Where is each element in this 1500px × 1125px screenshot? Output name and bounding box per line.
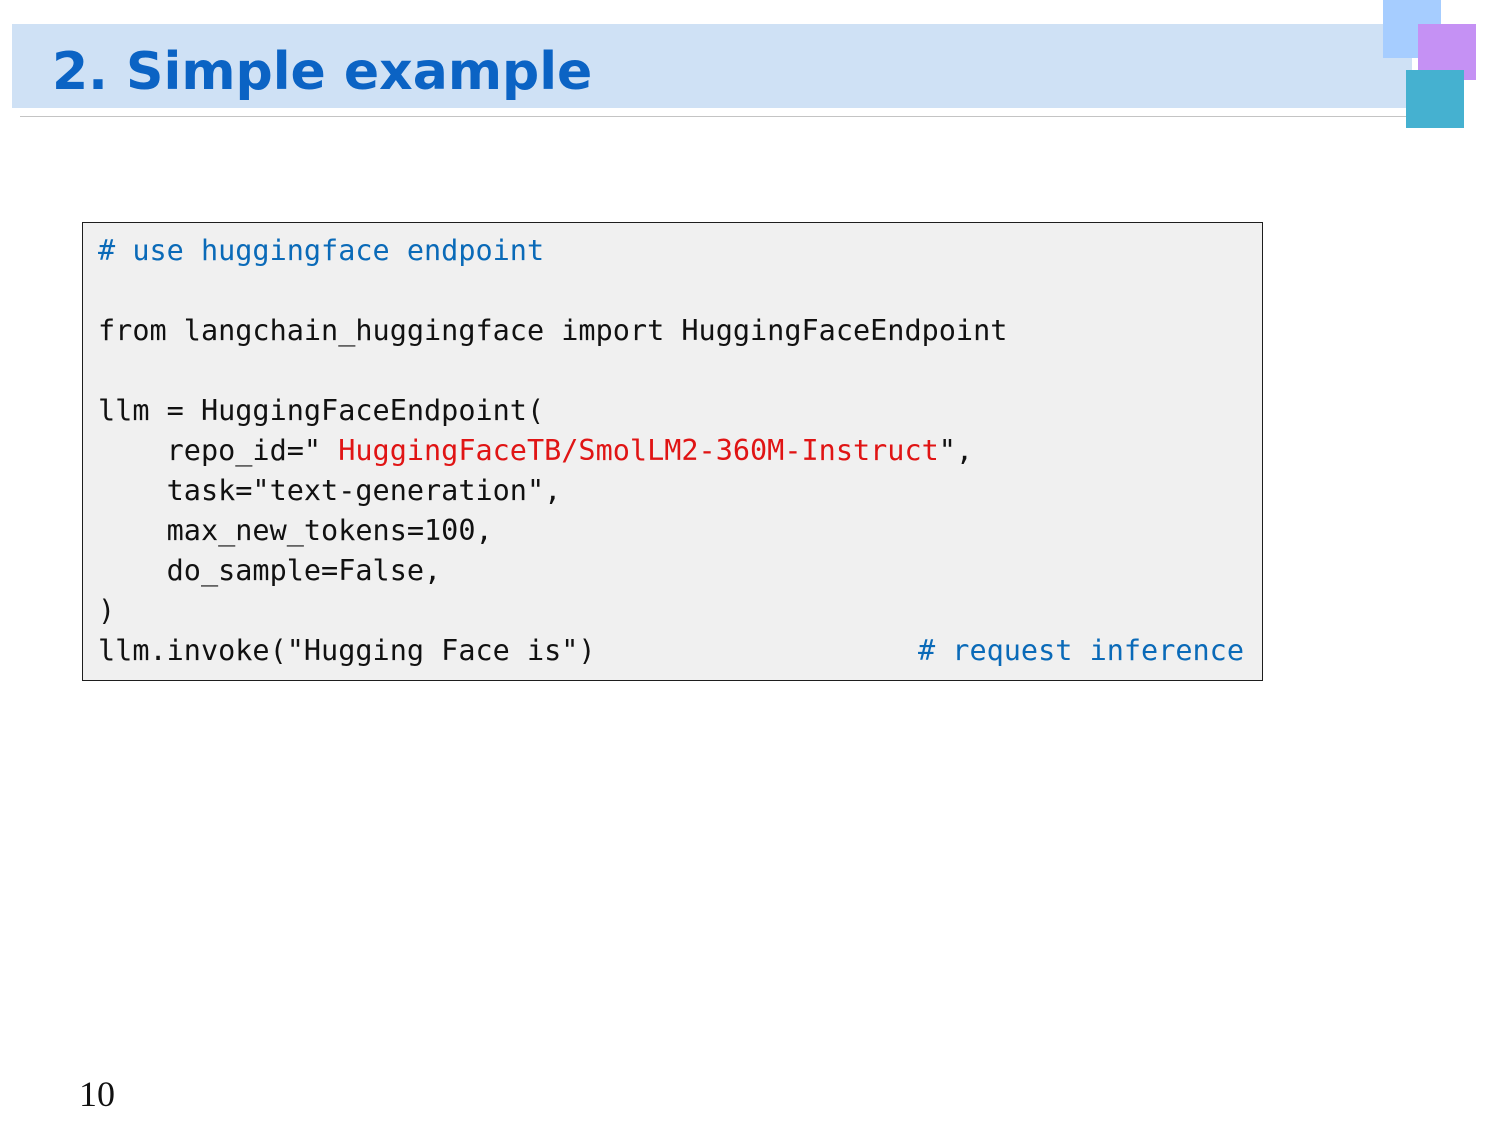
code-block: # use huggingface endpoint from langchai… xyxy=(82,222,1263,681)
code-max-tokens-line: max_new_tokens=100, xyxy=(98,514,493,547)
slide-title: 2. Simple example xyxy=(52,42,593,102)
code-repo-suffix: ", xyxy=(938,434,974,467)
code-comment-inference: # request inference xyxy=(917,634,1244,667)
code-comment-endpoint: # use huggingface endpoint xyxy=(98,234,545,267)
code-llm-assign-line: llm = HuggingFaceEndpoint( xyxy=(98,394,545,427)
decorative-square-teal xyxy=(1406,70,1464,128)
code-repo-id-line: repo_id=" HuggingFaceTB/SmolLM2-360M-Ins… xyxy=(98,431,973,471)
code-task-line: task="text-generation", xyxy=(98,474,562,507)
code-close-paren-line: ) xyxy=(98,594,116,627)
title-underline xyxy=(20,116,1412,117)
code-do-sample-line: do_sample=False, xyxy=(98,554,442,587)
code-repo-value: HuggingFaceTB/SmolLM2-360M-Instruct xyxy=(338,434,939,467)
code-invoke-line: llm.invoke("Hugging Face is") xyxy=(98,634,596,667)
code-import-line: from langchain_huggingface import Huggin… xyxy=(98,314,1008,347)
page-number: 10 xyxy=(79,1074,115,1114)
code-repo-prefix: repo_id=" xyxy=(98,434,339,467)
